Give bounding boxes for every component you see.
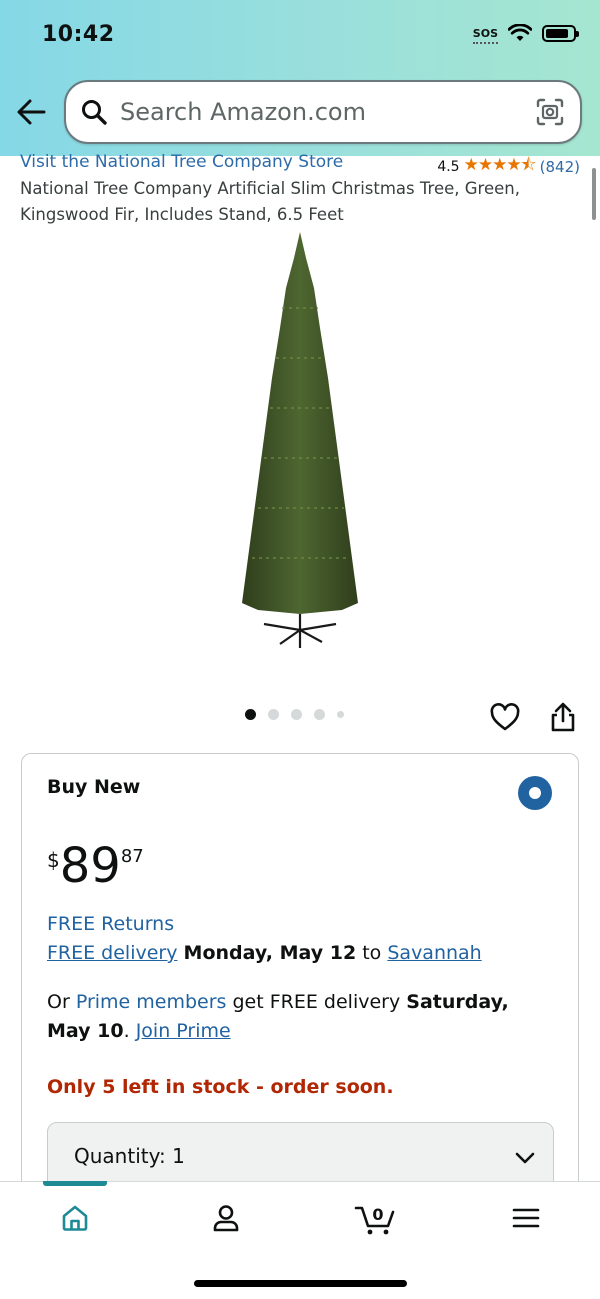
bottom-nav: 0 [0,1181,600,1299]
back-button[interactable] [14,94,54,134]
free-returns-link[interactable]: FREE Returns [47,913,174,935]
pagination-dot[interactable] [291,709,302,720]
buy-new-label: Buy New [47,776,141,798]
free-delivery-link[interactable]: FREE delivery [47,942,177,964]
pagination-dot[interactable] [314,709,325,720]
status-time: 10:42 [42,22,115,47]
quantity-label-text: Quantity: [74,1144,166,1168]
price-symbol: $ [47,848,60,872]
wishlist-button[interactable] [488,700,522,734]
pagination-dot[interactable] [245,709,256,720]
delivery-date: Monday, May 12 [183,942,357,964]
price-whole: 89 [59,838,121,894]
scrollbar[interactable] [592,168,596,220]
join-prime-link[interactable]: Join Prime [136,1020,231,1042]
product-image[interactable] [222,228,378,658]
cart-count: 0 [372,1205,383,1224]
prime-or: Or [47,991,70,1013]
price: $ 89 87 [47,842,144,890]
stock-status: Only 5 left in stock - order soon. [47,1076,394,1098]
nav-cart[interactable]: 0 [344,1198,408,1238]
share-button[interactable] [546,700,580,734]
store-link[interactable]: Visit the National Tree Company Store [20,152,343,172]
sos-indicator: SOS [472,26,499,44]
pagination-dot[interactable] [337,711,344,718]
search-icon [82,100,107,125]
status-icons: SOS [472,24,579,44]
review-count[interactable]: (842) [540,158,580,176]
product-title: National Tree Company Artificial Slim Ch… [20,179,520,224]
delivery-location-link[interactable]: Savannah [387,942,481,964]
home-indicator [194,1280,407,1287]
heart-icon [490,703,520,731]
menu-icon [512,1208,540,1228]
image-pagination[interactable] [245,709,344,720]
quantity-value: 1 [172,1144,185,1168]
prime-period: . [123,1020,130,1042]
delivery-to: to [362,942,382,964]
prime-members-link[interactable]: Prime members [76,991,227,1013]
nav-account[interactable] [194,1198,258,1238]
buy-new-card[interactable]: Buy New $ 89 87 FREE Returns FREE delive… [21,753,579,1213]
camera-search-icon[interactable] [534,96,566,128]
chevron-down-icon [515,1152,535,1164]
quantity-label: Quantity: 1 [74,1144,185,1168]
nav-menu[interactable] [494,1198,558,1238]
nav-home[interactable] [43,1198,107,1238]
nav-active-indicator [43,1181,107,1186]
delivery-info: FREE delivery Monday, May 12 to Savannah [47,942,482,964]
wifi-icon [508,24,532,41]
user-icon [213,1205,239,1232]
share-icon [551,702,575,732]
battery-icon [542,24,579,42]
search-bar[interactable] [64,80,582,144]
price-fraction: 87 [120,846,144,867]
prime-text: get FREE delivery [232,991,401,1013]
buy-new-radio[interactable] [518,776,552,810]
cart-icon: 0 [354,1205,395,1235]
prime-delivery-info: Or Prime members get FREE delivery Satur… [47,988,547,1046]
home-icon [62,1205,88,1231]
search-input[interactable] [120,94,520,130]
back-arrow-icon [17,99,46,125]
pagination-dot[interactable] [268,709,279,720]
rating-value: 4.5 [437,158,460,175]
header: 10:42 SOS [0,0,600,156]
